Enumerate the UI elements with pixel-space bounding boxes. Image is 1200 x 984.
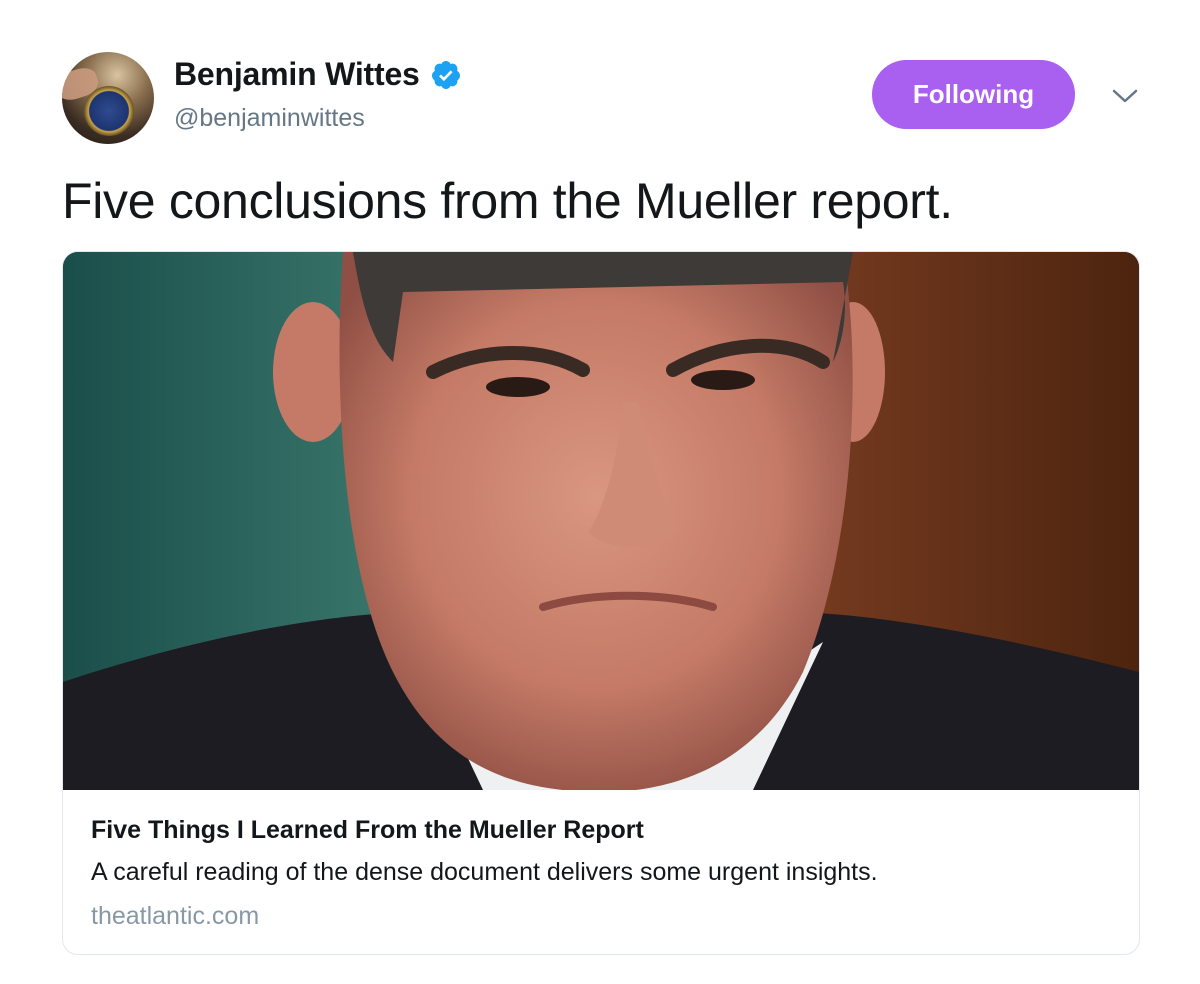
card-description: A careful reading of the dense document … [91, 858, 878, 886]
verified-badge-icon [430, 59, 462, 91]
tweet-text: Five conclusions from the Mueller report… [62, 173, 953, 229]
card-title[interactable]: Five Things I Learned From the Mueller R… [91, 812, 1111, 848]
right-eye [691, 370, 755, 390]
left-eye [486, 377, 550, 397]
following-button[interactable]: Following [872, 60, 1075, 129]
link-card[interactable]: Five Things I Learned From the Mueller R… [62, 251, 1140, 955]
avatar[interactable] [62, 52, 154, 144]
author-name-row: Benjamin Wittes [174, 56, 462, 93]
card-domain: theatlantic.com [91, 902, 260, 930]
display-name[interactable]: Benjamin Wittes [174, 56, 420, 93]
tweet: Benjamin Wittes @benjaminwittes Followin… [0, 0, 1200, 984]
chevron-down-icon[interactable] [1111, 86, 1139, 106]
author-handle[interactable]: @benjaminwittes [174, 104, 365, 133]
card-body: Five Things I Learned From the Mueller R… [91, 812, 1111, 934]
avatar-seal [84, 86, 134, 136]
card-image[interactable] [63, 252, 1139, 790]
